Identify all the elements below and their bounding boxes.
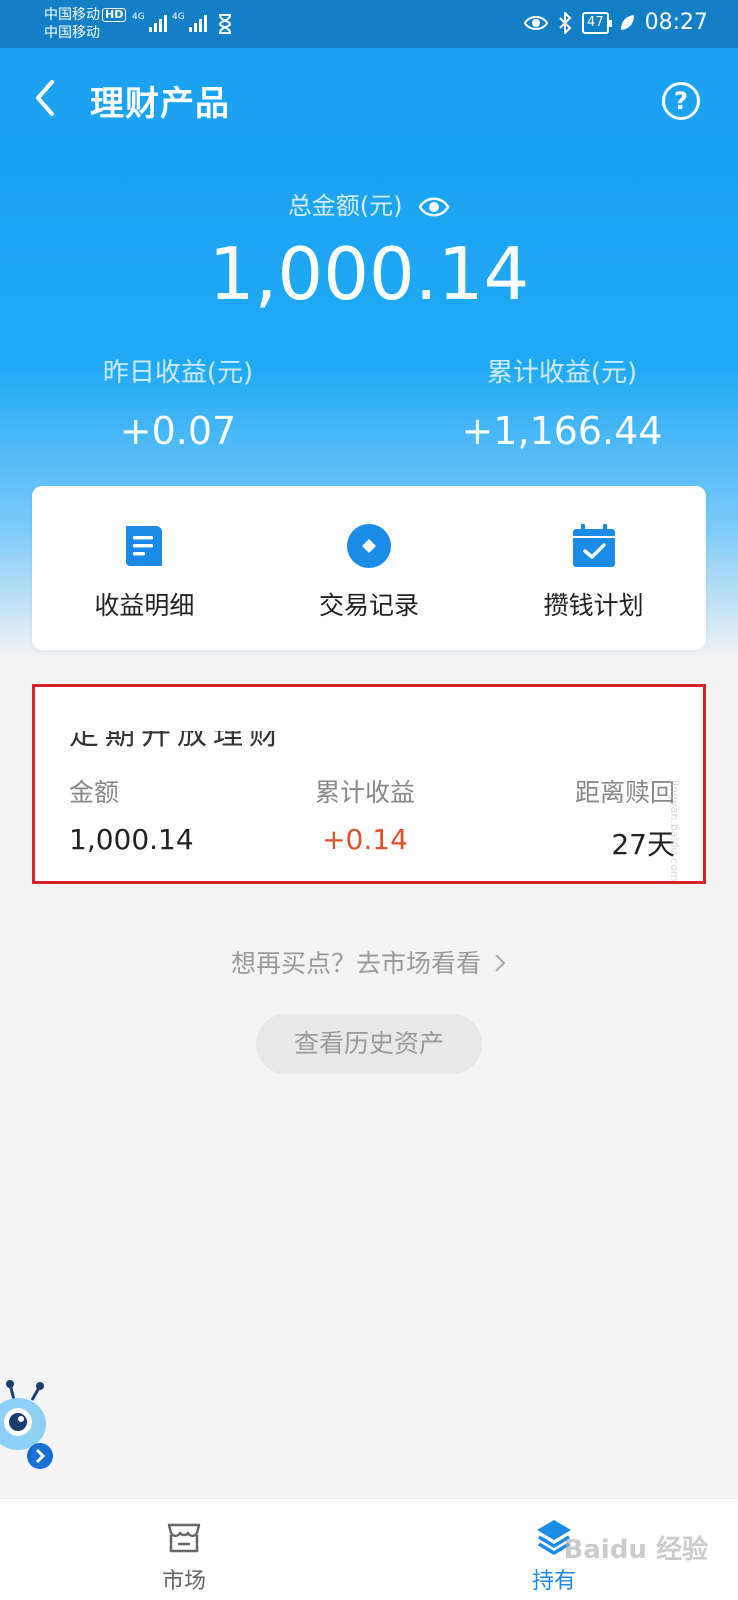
redeem-label: 距离赎回	[574, 778, 675, 807]
status-right: 47 08:27	[524, 10, 708, 35]
bluetooth-icon	[559, 11, 572, 34]
hd-badge: HD	[102, 8, 127, 22]
action-label: 交易记录	[319, 591, 420, 620]
status-bar: 中国移动 HD 中国移动 4G 4G 47 08:27	[0, 0, 738, 48]
redeem-column: 距离赎回 27天	[575, 773, 675, 863]
total-label: 总金额(元)	[0, 186, 738, 221]
carrier-name: 中国移动	[44, 7, 100, 23]
profit-value: +0.14	[322, 823, 408, 856]
carrier-info: 中国移动 HD 中国移动	[44, 6, 127, 42]
carrier-name-2: 中国移动	[44, 25, 100, 41]
market-link[interactable]: 想再买点？去市场看看	[0, 944, 738, 980]
signal-icon: 4G	[132, 12, 167, 32]
back-icon[interactable]	[32, 78, 58, 118]
tab-market[interactable]: 市场	[124, 1517, 244, 1595]
action-label: 攒钱计划	[543, 591, 644, 620]
record-circle-icon	[347, 524, 391, 568]
action-saving-plan[interactable]: 攒钱计划	[481, 486, 706, 650]
action-transaction-records[interactable]: 交易记录	[257, 486, 482, 650]
profit-label: 累计收益	[314, 778, 415, 807]
signal-icon-2: 4G	[172, 12, 207, 32]
yesterday-earnings: 昨日收益(元) +0.07	[28, 352, 328, 453]
holding-card[interactable]: 定期开放理财 金额 1,000.14 累计收益 +0.14 距离赎回 27天	[32, 684, 706, 884]
mascot-assistant-icon[interactable]	[0, 1380, 56, 1476]
store-icon	[167, 1523, 201, 1553]
yesterday-value: +0.07	[119, 409, 237, 453]
cumulative-label: 累计收益(元)	[486, 358, 638, 388]
hourglass-icon	[218, 14, 232, 34]
product-title-partial: 定期开放理财	[69, 731, 329, 747]
yesterday-label: 昨日收益(元)	[102, 358, 254, 388]
history-assets-button[interactable]: 查看历史资产	[256, 1014, 482, 1074]
action-panel: 收益明细 交易记录 攒钱计划	[32, 486, 706, 650]
calendar-check-icon	[572, 524, 615, 567]
amount-value: 1,000.14	[69, 823, 194, 856]
tab-label: 持有	[531, 1569, 576, 1594]
watermark-url: jingyan.baidu.com	[668, 780, 681, 882]
action-label: 收益明细	[94, 591, 195, 620]
page-title: 理财产品	[90, 84, 230, 124]
document-icon	[126, 526, 163, 566]
tab-label: 市场	[161, 1569, 206, 1594]
profit-column: 累计收益 +0.14	[275, 773, 455, 856]
cumulative-earnings: 累计收益(元) +1,166.44	[412, 352, 712, 453]
tab-bar: 市场 持有 Baidu 经验	[0, 1498, 738, 1600]
battery-icon: 47	[582, 11, 612, 34]
amount-column: 金额 1,000.14	[69, 773, 194, 856]
leaf-icon	[620, 14, 634, 30]
eye-toggle-icon[interactable]	[418, 196, 450, 218]
question-circle-icon[interactable]: ?	[662, 82, 700, 120]
cumulative-value: +1,166.44	[461, 409, 663, 453]
clock: 08:27	[644, 10, 708, 35]
total-amount: 1,000.14	[208, 232, 530, 316]
chevron-right-icon	[495, 954, 506, 972]
amount-label: 金额	[69, 778, 120, 807]
nav-bar: 理财产品 ?	[0, 48, 738, 148]
redeem-value: 27天	[611, 828, 675, 861]
eye-icon	[524, 15, 549, 30]
watermark: Baidu 经验	[563, 1535, 708, 1565]
action-earnings-detail[interactable]: 收益明细	[32, 486, 257, 650]
